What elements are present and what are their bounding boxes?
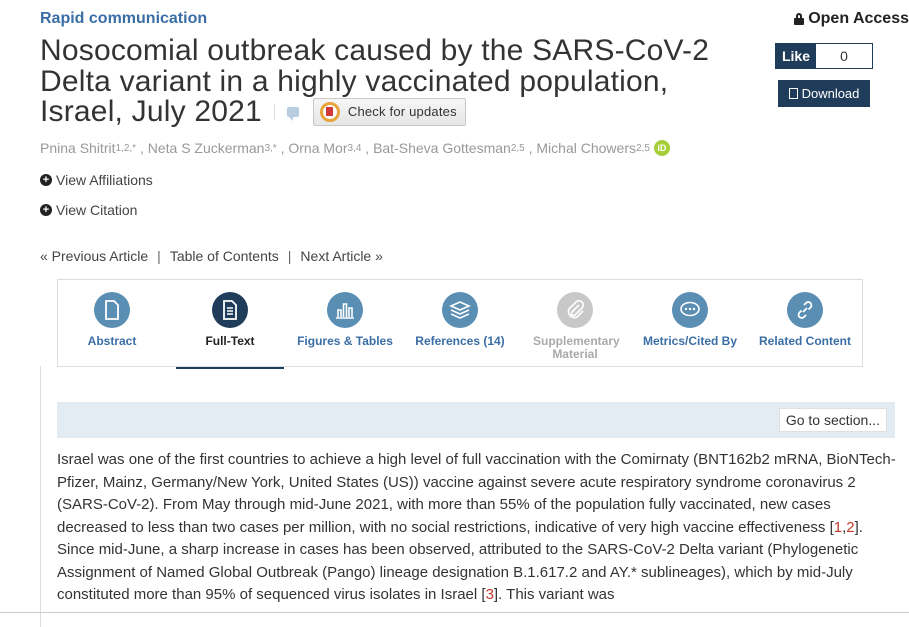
view-affiliations-toggle[interactable]: + View Affiliations (40, 172, 153, 188)
books-icon (442, 292, 478, 328)
author-affiliation-sup: 3,* (264, 142, 277, 154)
open-access-badge: Open Access (794, 10, 909, 28)
author-list: Pnina Shitrit 1,2,* , Neta S Zuckerman 3,*… (40, 140, 670, 156)
tab-label: Full-Text (205, 334, 255, 348)
view-affiliations-label: View Affiliations (56, 172, 153, 188)
tab-figures-tables[interactable]: Figures & Tables (291, 280, 399, 368)
link-icon (787, 292, 823, 328)
view-citation-label: View Citation (56, 202, 138, 218)
check-updates-label: Check for updates (347, 104, 457, 119)
paperclip-icon (557, 292, 593, 328)
like-widget[interactable]: Like 0 (775, 43, 873, 69)
tab-supplementary: Supplementary Material (521, 280, 629, 368)
viewport-edge (0, 612, 909, 613)
author-name[interactable]: Bat-Sheva Gottesman (373, 140, 511, 156)
view-citation-toggle[interactable]: + View Citation (40, 202, 137, 218)
lock-icon (794, 13, 805, 25)
plus-circle-icon: + (40, 204, 52, 216)
like-button[interactable]: Like (776, 44, 816, 68)
previous-article-link[interactable]: « Previous Article (40, 248, 148, 264)
tab-label: References (14) (415, 334, 505, 348)
tab-references[interactable]: References (14) (406, 280, 514, 368)
tab-related[interactable]: Related Content (751, 280, 859, 368)
bar-chart-icon (327, 292, 363, 328)
next-article-link[interactable]: Next Article » (300, 248, 382, 264)
article-category: Rapid communication (40, 10, 208, 27)
tab-label: Related Content (758, 334, 851, 348)
tab-full-text[interactable]: Full-Text (176, 280, 284, 369)
pdf-icon (788, 88, 798, 99)
orcid-icon[interactable]: iD (653, 140, 670, 156)
section-toolbar: Go to section... (57, 402, 895, 438)
download-label: Download (801, 86, 860, 101)
reference-link[interactable]: 1 (834, 519, 842, 536)
title-line-2: Delta variant in a highly vaccinated pop… (40, 64, 669, 98)
nav-separator: | (157, 248, 161, 264)
title-line-3: Israel, July 2021 (40, 95, 262, 128)
body-text-part: Israel was one of the first countries to… (57, 451, 896, 536)
tab-metrics[interactable]: Metrics/Cited By (636, 280, 744, 368)
article-tabs: Abstract Full-Text Figures & Tables Refe… (57, 279, 863, 369)
tab-label: Metrics/Cited By (642, 334, 738, 348)
body-text-part: ]. This variant was (493, 586, 615, 603)
author-affiliation-sup: 3,4 (347, 142, 362, 154)
reference-link[interactable]: 3 (486, 586, 494, 603)
author-name[interactable]: Michal Chowers (536, 140, 636, 156)
check-for-updates-button[interactable]: Check for updates (312, 98, 466, 127)
go-to-section-dropdown[interactable]: Go to section... (778, 408, 887, 432)
author-name[interactable]: Pnina Shitrit (40, 140, 115, 156)
tab-label: Figures & Tables (297, 334, 393, 348)
comment-icon[interactable] (286, 107, 299, 122)
open-access-label: Open Access (808, 10, 909, 27)
full-text-icon (212, 292, 248, 328)
article-title: Nosocomial outbreak caused by the SARS-C… (40, 34, 760, 128)
crossmark-icon (319, 102, 340, 123)
reference-link[interactable]: 2 (846, 519, 854, 536)
nav-separator: | (287, 248, 292, 264)
tab-label: Supplementary Material (533, 334, 620, 361)
title-line-1: Nosocomial outbreak caused by the SARS-C… (40, 34, 710, 67)
speech-bubble-icon (672, 292, 708, 328)
author-name[interactable]: Neta S Zuckerman (148, 140, 265, 156)
download-button[interactable]: Download (778, 80, 870, 107)
article-body-paragraph: Israel was one of the first countries to… (57, 449, 897, 607)
tab-label: Abstract (87, 334, 137, 348)
like-count: 0 (816, 44, 872, 68)
plus-circle-icon: + (40, 174, 52, 186)
author-affiliation-sup: 2,5 (635, 142, 650, 154)
author-affiliation-sup: 1,2,* (115, 142, 137, 154)
author-affiliation-sup: 2,5 (510, 142, 525, 154)
title-divider (273, 104, 275, 121)
document-icon (94, 292, 130, 328)
author-name[interactable]: Orna Mor (288, 140, 347, 156)
article-navigation: « Previous Article | Table of Contents |… (40, 248, 383, 264)
tab-abstract[interactable]: Abstract (58, 280, 166, 368)
table-of-contents-link[interactable]: Table of Contents (170, 248, 279, 264)
